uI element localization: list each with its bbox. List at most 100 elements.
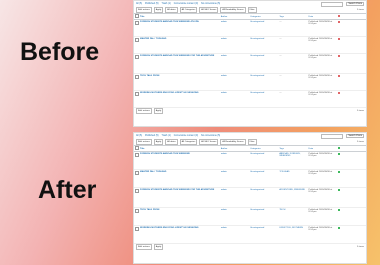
post-title-link[interactable]: WORKING MOTHERS ENJOYING LIFESTYLE SESSI… — [139, 90, 220, 108]
post-title-link[interactable]: MASTER FAL / TODLEAD — [139, 169, 220, 188]
status-link-published[interactable]: Published (5) — [145, 3, 159, 5]
post-title-link[interactable]: FOREIGN STUDENTS ABROAD THIS WEEKEND — [139, 151, 220, 170]
post-title-link[interactable]: FOREIGN STUDENTS ABROAD THIS WEEKEND FOR… — [139, 53, 220, 74]
tags-cell[interactable]: ADVENTURE, WEEKEND — [278, 187, 308, 208]
status-link-cornerstone[interactable]: Cornerstone content (0) — [174, 3, 198, 5]
tags-cell[interactable]: LIFESTYLE, MOTHERS — [278, 225, 308, 244]
post-title-link[interactable]: FOREIGN STUDENTS ABROAD THIS WEEKEND FOR… — [139, 187, 220, 208]
category-link[interactable]: Uncategorized — [249, 90, 279, 108]
author-link[interactable]: admin — [219, 187, 250, 208]
search-button[interactable]: Search Posts — [346, 2, 364, 6]
filter-button[interactable]: Filter — [247, 139, 257, 145]
category-link[interactable]: Uncategorized — [249, 225, 279, 244]
seo-score-icon — [337, 38, 340, 40]
seo-filter[interactable]: All SEO Scores — [199, 7, 219, 13]
category-link[interactable]: Uncategorized — [249, 36, 279, 54]
tags-cell: — — [278, 19, 308, 37]
category-link[interactable]: Uncategorized — [249, 187, 279, 208]
posts-table: Title Author Categories Tags Date FOREIG… — [134, 13, 366, 108]
seo-score-icon — [337, 227, 340, 229]
author-link[interactable]: admin — [219, 207, 250, 226]
date-filter[interactable]: All dates — [165, 7, 178, 13]
table-row: FOREIGN STUDENTS ABROAD THIS WEEKEND FOR… — [134, 53, 366, 74]
row-checkbox[interactable] — [135, 38, 139, 42]
apply-button[interactable]: Apply — [153, 139, 164, 145]
row-checkbox[interactable] — [135, 75, 139, 79]
category-filter[interactable]: All Categories — [179, 7, 198, 13]
bottom-bar: Bulk actions Apply 5 items — [134, 108, 366, 114]
category-link[interactable]: Uncategorized — [249, 169, 279, 188]
bulk-actions-select[interactable]: Bulk actions — [136, 139, 152, 145]
category-link[interactable]: Uncategorized — [249, 73, 279, 91]
readability-filter[interactable]: All Readability Scores — [220, 7, 246, 13]
select-all-checkbox[interactable] — [135, 146, 139, 150]
post-title-link[interactable]: WORKING MOTHERS ENJOYING LIFESTYLE SESSI… — [139, 225, 220, 244]
status-link-all[interactable]: All (5) — [136, 3, 142, 5]
author-link[interactable]: admin — [219, 90, 250, 108]
apply-button[interactable]: Apply — [153, 7, 164, 13]
author-link[interactable]: admin — [219, 225, 250, 244]
search-input[interactable] — [321, 1, 344, 7]
seo-score-icon — [337, 209, 340, 211]
row-checkbox[interactable] — [135, 209, 139, 213]
bulk-actions-select[interactable]: Bulk actions — [136, 7, 152, 13]
search-input[interactable] — [321, 133, 344, 139]
row-checkbox[interactable] — [135, 153, 139, 157]
row-checkbox[interactable] — [135, 227, 139, 231]
bulk-actions-select-bottom[interactable]: Bulk actions — [136, 244, 152, 250]
posts-table: Title Author Categories Tags Date FOREIG… — [134, 145, 366, 244]
date-cell: Published 2020/09/08 at 8:14 pm — [307, 90, 337, 108]
status-link-cornerstone[interactable]: Cornerstone content (0) — [174, 135, 198, 137]
items-count-bottom: 5 items — [356, 110, 364, 112]
row-checkbox[interactable] — [135, 21, 139, 25]
category-filter[interactable]: All Categories — [179, 139, 198, 145]
select-all-checkbox[interactable] — [135, 14, 139, 18]
category-link[interactable]: Uncategorized — [249, 151, 279, 170]
status-link-all[interactable]: All (5) — [136, 135, 142, 137]
author-link[interactable]: admin — [219, 169, 250, 188]
author-link[interactable]: admin — [219, 73, 250, 91]
seo-score-icon — [337, 55, 340, 57]
author-link[interactable]: admin — [219, 53, 250, 74]
before-label: Before — [20, 38, 100, 66]
bulk-actions-select-bottom[interactable]: Bulk actions — [136, 108, 152, 114]
row-checkbox[interactable] — [135, 189, 139, 193]
author-link[interactable]: admin — [219, 36, 250, 54]
author-link[interactable]: admin — [219, 151, 250, 170]
date-filter[interactable]: All dates — [165, 139, 178, 145]
row-checkbox[interactable] — [135, 171, 139, 175]
status-link-no-cornerstone[interactable]: No cornerstone (5) — [201, 135, 220, 137]
post-title-link[interactable]: FOREIGN STUDENTS ABROAD THIS WEEKEND 4TH… — [139, 19, 220, 37]
apply-button-bottom[interactable]: Apply — [153, 108, 164, 114]
table-row: FOREIGN STUDENTS ABROAD THIS WEEKEND adm… — [134, 151, 366, 170]
apply-button-bottom[interactable]: Apply — [153, 244, 164, 250]
tags-cell[interactable]: ABROAD, FOREIGN, WEEKEND — [278, 151, 308, 170]
filter-button[interactable]: Filter — [247, 7, 257, 13]
row-checkbox[interactable] — [135, 55, 139, 59]
status-link-published[interactable]: Published (5) — [145, 135, 159, 137]
table-row: MASTER FAL / TODLEAD admin Uncategorized… — [134, 169, 366, 188]
date-cell: Published 2020/09/08 at 8:14 pm — [307, 207, 337, 226]
readability-filter[interactable]: All Readability Scores — [220, 139, 246, 145]
category-link[interactable]: Uncategorized — [249, 19, 279, 37]
items-count-bottom: 5 items — [356, 246, 364, 248]
status-link-trash[interactable]: Trash (1) — [162, 3, 171, 5]
row-checkbox[interactable] — [135, 92, 139, 96]
table-row: TECH TALK FROM admin Uncategorized — Pub… — [134, 73, 366, 91]
seo-score-icon — [337, 153, 340, 155]
post-title-link[interactable]: TECH TALK FROM — [139, 207, 220, 226]
post-title-link[interactable]: MASTER FAL / TODLEAD — [139, 36, 220, 54]
date-cell: Published 2020/09/08 at 8:14 pm — [307, 225, 337, 244]
tags-cell: — — [278, 90, 308, 108]
category-link[interactable]: Uncategorized — [249, 207, 279, 226]
tags-cell[interactable]: TECH — [278, 207, 308, 226]
status-link-trash[interactable]: Trash (1) — [162, 135, 171, 137]
author-link[interactable]: admin — [219, 19, 250, 37]
category-link[interactable]: Uncategorized — [249, 53, 279, 74]
tags-cell[interactable]: TODLEAD — [278, 169, 308, 188]
post-title-link[interactable]: TECH TALK FROM — [139, 73, 220, 91]
status-link-no-cornerstone[interactable]: No cornerstone (5) — [201, 3, 220, 5]
seo-filter[interactable]: All SEO Scores — [199, 139, 219, 145]
search-button[interactable]: Search Posts — [346, 134, 364, 138]
date-cell: Published 2020/09/08 at 8:14 pm — [307, 36, 337, 54]
